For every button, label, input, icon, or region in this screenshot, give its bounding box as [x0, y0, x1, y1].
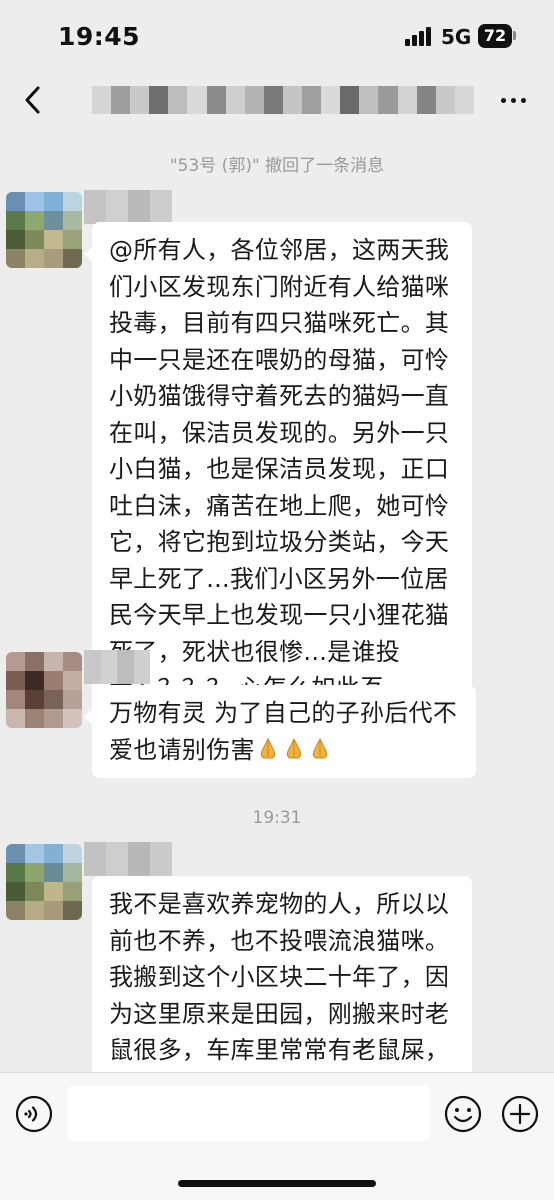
avatar[interactable] — [6, 844, 82, 920]
status-bar: 19:45 5G 72 — [0, 0, 554, 72]
avatar[interactable] — [6, 652, 82, 728]
status-time: 19:45 — [58, 22, 141, 51]
signal-icon — [405, 26, 435, 46]
chat-header — [0, 72, 554, 128]
voice-icon[interactable] — [14, 1094, 54, 1134]
battery-tip — [513, 31, 516, 40]
plus-circle-icon[interactable] — [500, 1094, 540, 1134]
battery-icon: 72 — [478, 24, 512, 48]
emoji-face-icon[interactable] — [443, 1094, 483, 1134]
recall-notice: "53号 (郭)" 撤回了一条消息 — [169, 156, 385, 176]
sender-name-redacted — [84, 842, 172, 876]
avatar[interactable] — [6, 192, 82, 268]
chevron-left-icon[interactable] — [20, 82, 50, 118]
praying-hands-emoji — [255, 736, 333, 764]
network-type: 5G — [441, 25, 472, 49]
message-bubble[interactable]: 万物有灵 为了自己的子孙后代不爱也请别伤害 — [84, 685, 476, 778]
home-indicator[interactable] — [178, 1180, 376, 1187]
message-timestamp: 19:31 — [252, 808, 302, 828]
message-input[interactable] — [68, 1085, 430, 1141]
chat-title-redacted — [92, 86, 474, 114]
sender-name-redacted — [84, 190, 172, 224]
ellipsis-icon[interactable] — [498, 96, 530, 106]
message-bubble[interactable]: 我不是喜欢养宠物的人，所以以前也不养，也不投喂流浪猫咪。我搬到这个小区块二十年了… — [92, 876, 472, 1072]
sender-name-redacted — [84, 650, 150, 684]
